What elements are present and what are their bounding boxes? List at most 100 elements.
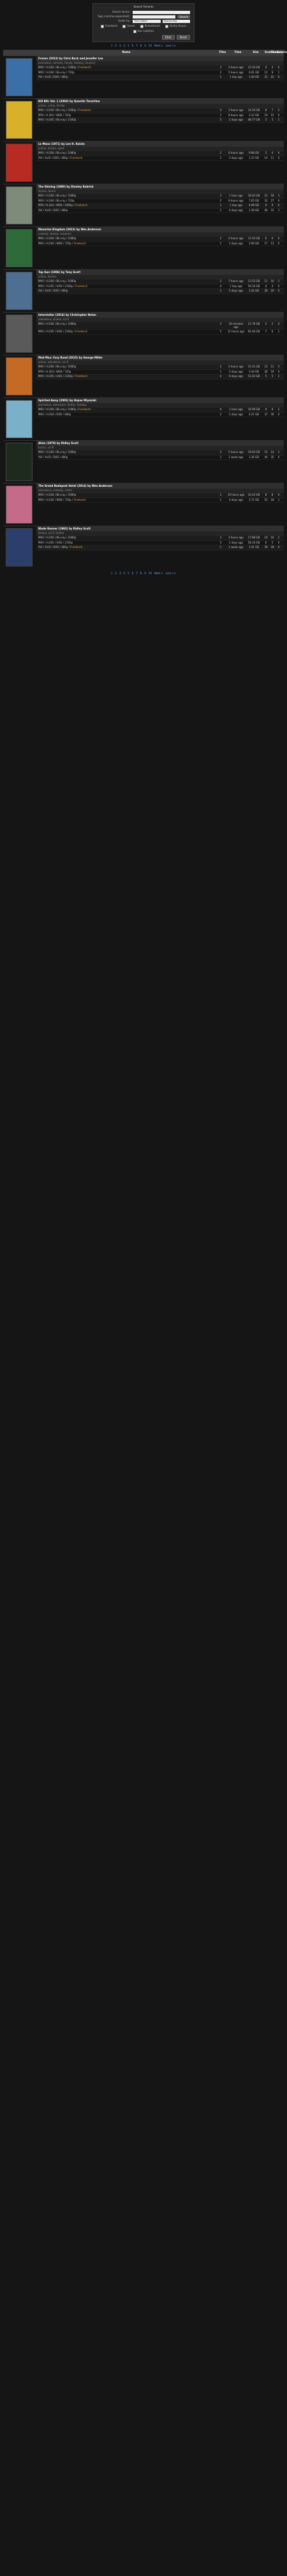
torrent-format-link[interactable]: MKV / H.264 / Blu-ray / 1080p [38,237,214,241]
torrent-row[interactable]: MKV / H.265 / UHD / 2160p / Freeleech 5 11… [36,330,284,335]
poster-image[interactable] [6,357,33,396]
filter-checkbox[interactable]: Has subtitles [133,29,154,33]
page-link[interactable]: 7 [136,44,138,48]
torrent-row[interactable]: AVI / XviD / DVD / 480p / Freeleech 1 1 we… [36,545,284,551]
page-link[interactable]: 1 [111,572,113,575]
torrent-format-link[interactable]: MKV / H.264 / Blu-ray / 1080p / Freeleec… [38,108,214,112]
torrent-format-link[interactable]: MKV / H.264 / DVD / 480p [38,413,214,417]
poster-image[interactable] [6,485,33,524]
torrent-row[interactable]: AVI / XviD / DVD / 480p 1 1 week ago 1.36 G… [36,455,284,461]
torrent-row[interactable]: MKV / H.265 / UHD / 2160p / Freeleech 4 1 … [36,285,284,290]
poster-image[interactable] [6,57,33,96]
page-link[interactable]: 5 [128,572,129,575]
checkbox-box[interactable] [101,24,105,28]
torrent-row[interactable]: AVI / XviD / DVD / 480p 1 5 days ago 1.42 G… [36,289,284,294]
torrent-format-link[interactable]: MKV / H.264 / Blu-ray / 1080p / Freeleec… [38,66,214,70]
torrent-row[interactable]: MP4 / H.264 / WEB / 1080p / Freeleech 1 1 … [36,204,284,209]
page-link[interactable]: 5 [128,44,129,48]
movie-title-link[interactable]: The Shining (1980) by Stanley Kubrick [36,184,284,190]
torrent-row[interactable]: MKV / H.264 / Blu-ray / 1080p 3 30 minutes… [36,322,284,330]
torrent-format-link[interactable]: AVI / XviD / DVD / 480p [38,76,214,79]
movie-title-link[interactable]: Spirited Away (2001) by Hayao Miyazaki [36,397,284,404]
torrent-format-link[interactable]: MKV / H.264 / Blu-ray / 1080p [38,450,214,454]
movie-title-link[interactable]: Moonrise Kingdom (2012) by Wes Anderson [36,226,284,233]
torrent-row[interactable]: MKV / H.264 / Blu-ray / 1080p / Freeleec… [36,407,284,413]
torrent-format-link[interactable]: MKV / H.265 / UHD / 2160p / Freeleech [38,330,214,334]
filter-checkbox[interactable]: Scene [122,24,135,28]
torrent-row[interactable]: AVI / XviD / DVD / 480p / Freeleech 1 3 da… [36,156,284,161]
poster-image[interactable] [6,271,33,310]
page-link[interactable]: 4 [124,572,126,575]
torrent-format-link[interactable]: AVI / XviD / DVD / 480p [38,290,214,293]
movie-title-link[interactable]: Top Gun (1986) by Tony Scott [36,269,284,276]
page-link[interactable]: 3 [119,44,121,48]
torrent-format-link[interactable]: MKV / H.264 / Blu-ray / 720p [38,199,214,203]
torrent-row[interactable]: MKV / H.264 / Blu-ray / 720p 2 5 hours ago… [36,71,284,76]
search-input[interactable] [133,10,190,14]
checkbox-box[interactable] [133,29,136,33]
page-link[interactable]: 8 [140,44,142,48]
checkbox-box[interactable] [122,24,126,28]
torrent-format-link[interactable]: AVI / XviD / DVD / 480p [38,455,214,459]
torrent-row[interactable]: MKV / H.264 / Blu-ray / 1080p 3 3 hours ag… [36,535,284,541]
movie-title-link[interactable]: Frozen (2013) by Chris Buck and Jennifer… [36,56,284,62]
page-link[interactable]: 9 [144,44,146,48]
page-link[interactable]: 10 [149,572,152,575]
torrent-format-link[interactable]: MP4 / H.264 / WEB / 1080p / Freeleech [38,204,214,207]
page-link[interactable]: 10 [149,44,152,48]
torrent-row[interactable]: MKV / H.264 / WEB / 720p / Freeleech 1 2 d… [36,242,284,247]
poster-image[interactable] [6,399,33,438]
movie-title-link[interactable]: The Grand Budapest Hotel (2014) by Wes A… [36,483,284,489]
page-link[interactable]: 1 [111,44,113,48]
page-link[interactable]: 4 [124,44,126,48]
page-link[interactable]: 2 [115,44,117,48]
tags-input[interactable] [133,15,176,19]
torrent-format-link[interactable]: MKV / H.264 / Blu-ray / 1080p [38,322,214,329]
torrent-row[interactable]: MKV / H.265 / Blu-ray / 2160p 5 2 days ago… [36,118,284,123]
movie-title-link[interactable]: Blade Runner (1982) by Ridley Scott [36,526,284,532]
torrent-format-link[interactable]: MKV / H.264 / Blu-ray / 1080p [38,493,214,497]
direction-select[interactable]: Descending [162,19,190,23]
filter-checkbox[interactable]: Freeleech [101,24,117,28]
torrent-row[interactable]: MKV / H.264 / Blu-ray / 1080p 3 7 hours ag… [36,279,284,285]
column-header[interactable]: Snatches [265,51,278,54]
poster-image[interactable] [6,100,33,139]
torrent-format-link[interactable]: MKV / H.264 / Blu-ray / 1080p [38,151,214,155]
torrent-format-link[interactable]: MKV / H.265 / UHD / 2160p / Freeleech [38,285,214,288]
torrent-row[interactable]: AVI / XviD / DVD / 480p 1 1 day ago 1.40 GB… [36,75,284,80]
page-link[interactable]: 6 [132,572,134,575]
torrent-format-link[interactable]: AVI / XviD / DVD / 480p [38,209,214,212]
torrent-row[interactable]: MP4 / H.264 / WEB / 720p 1 8 hours ago 3.12… [36,114,284,119]
poster-image[interactable] [6,228,33,267]
torrent-format-link[interactable]: MKV / H.265 / Blu-ray / 2160p [38,119,214,122]
torrent-row[interactable]: MKV / H.264 / Blu-ray / 1080p 2 2 hours ag… [36,364,284,370]
torrent-row[interactable]: MKV / H.264 / Blu-ray / 1080p / Freeleec… [36,108,284,114]
page-link[interactable]: 7 [136,572,138,575]
search-button[interactable]: Search [177,15,190,19]
torrent-format-link[interactable]: MKV / H.264 / Blu-ray / 1080p / Freeleec… [38,408,214,411]
torrent-row[interactable]: MKV / H.264 / Blu-ray / 1080p 2 6 hours ag… [36,151,284,156]
torrent-row[interactable]: MKV / H.265 / UHD / 2160p 5 2 days ago 58.3… [36,541,284,546]
reset-button[interactable]: Reset [176,34,190,40]
column-header[interactable]: Leechers [277,51,287,54]
poster-image[interactable] [6,442,33,481]
torrent-format-link[interactable]: MKV / H.264 / WEB / 720p / Freeleech [38,242,214,246]
page-link[interactable]: Next > [154,44,163,48]
torrent-row[interactable]: MKV / H.264 / Blu-ray / 1080p 3 1 hour ago… [36,193,284,199]
torrent-row[interactable]: MKV / H.264 / WEB / 720p / Freeleech 1 4 d… [36,498,284,503]
page-link[interactable]: 6 [132,44,134,48]
filter-checkbox[interactable]: Remastered [140,24,160,28]
torrent-row[interactable]: MKV / H.265 / UHD / 2160p / Freeleech 4 6 … [36,374,284,380]
torrent-format-link[interactable]: MP4 / H.264 / WEB / 720p [38,370,214,374]
filter-checkbox[interactable]: Vanity House [165,24,186,28]
column-header[interactable]: Name [36,51,216,54]
torrent-format-link[interactable]: MKV / H.264 / Blu-ray / 1080p [38,279,214,283]
torrent-format-link[interactable]: MKV / H.264 / Blu-ray / 1080p [38,194,214,198]
poster-image[interactable] [6,186,33,225]
torrent-format-link[interactable]: MKV / H.264 / Blu-ray / 1080p [38,536,214,540]
page-link[interactable]: Last >> [166,572,176,575]
torrent-row[interactable]: MP4 / H.264 / WEB / 720p 1 3 days ago 3.44 … [36,370,284,375]
torrent-format-link[interactable]: MKV / H.264 / Blu-ray / 1080p [38,365,214,369]
movie-title-link[interactable]: Mad Max: Fury Road (2015) by George Mill… [36,355,284,361]
order-select[interactable]: Time added [133,19,161,23]
